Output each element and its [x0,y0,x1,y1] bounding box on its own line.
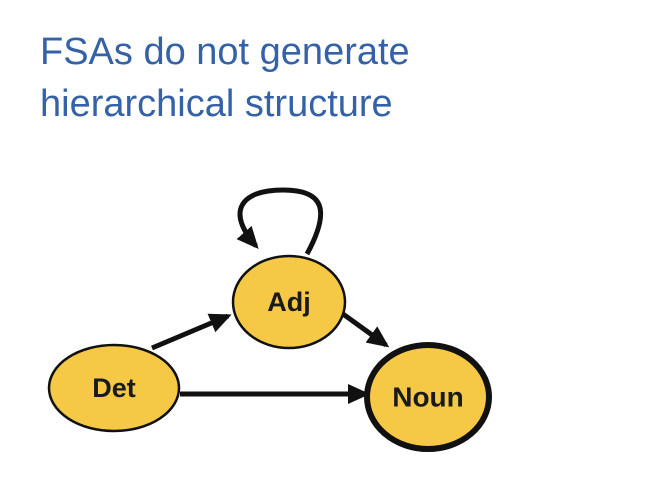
edge-det-to-adj [151,313,232,351]
node-noun-label: Noun [392,382,464,413]
node-adj: Adj [231,254,347,350]
node-adj-label: Adj [267,287,311,317]
edge-adj-to-noun [341,311,390,348]
edge-adj-self-loop [236,187,324,256]
slide: FSAs do not generate hierarchical struct… [0,0,647,486]
node-det-label: Det [92,373,136,403]
node-det: Det [47,343,181,433]
fsa-diagram: Det Adj Noun [47,187,492,452]
node-noun: Noun [364,342,492,452]
